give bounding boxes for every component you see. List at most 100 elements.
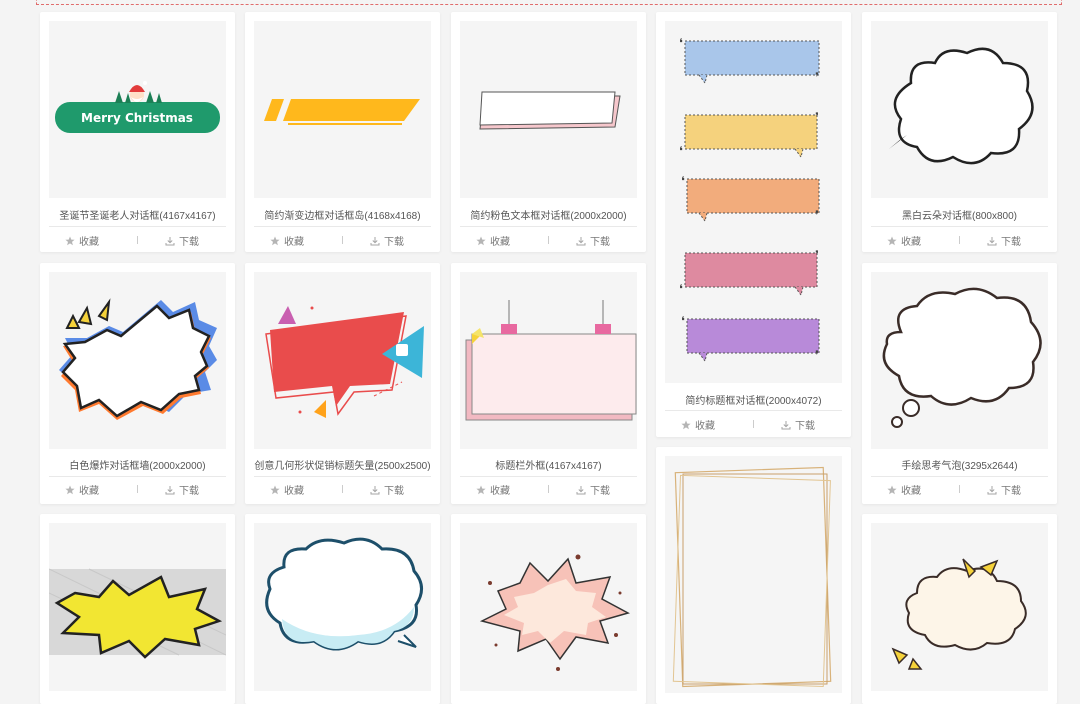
asset-card[interactable] bbox=[862, 514, 1057, 704]
favorite-label: 收藏 bbox=[284, 486, 304, 497]
thumbnail-gradient-frame[interactable] bbox=[254, 21, 431, 198]
selection-outline bbox=[36, 0, 1062, 5]
favorite-button[interactable]: 收藏 bbox=[476, 482, 510, 497]
favorite-button[interactable]: 收藏 bbox=[270, 233, 304, 248]
download-label: 下载 bbox=[1001, 237, 1021, 248]
svg-text:❛: ❛ bbox=[679, 36, 683, 50]
star-icon bbox=[887, 236, 897, 245]
download-button[interactable]: 下载 bbox=[165, 482, 199, 497]
asset-card[interactable] bbox=[656, 447, 851, 704]
star-icon bbox=[270, 236, 280, 245]
download-icon bbox=[987, 485, 997, 494]
star-icon bbox=[681, 420, 691, 429]
card-divider bbox=[49, 476, 226, 477]
asset-card[interactable]: 手绘思考气泡(3295x2644) 收藏 下载 bbox=[862, 263, 1057, 504]
action-separator bbox=[959, 236, 960, 244]
download-icon bbox=[576, 485, 586, 494]
favorite-label: 收藏 bbox=[490, 486, 510, 497]
download-icon bbox=[576, 236, 586, 245]
favorite-label: 收藏 bbox=[284, 237, 304, 248]
thumbnail-title-bar-frame[interactable] bbox=[460, 272, 637, 449]
thumbnail-pink-text-box[interactable] bbox=[460, 21, 637, 198]
download-button[interactable]: 下载 bbox=[987, 233, 1021, 248]
favorite-button[interactable]: 收藏 bbox=[65, 233, 99, 248]
asset-card[interactable]: 创意几何形状促销标题矢量(2500x2500) 收藏 下载 bbox=[245, 263, 440, 504]
card-divider bbox=[254, 226, 431, 227]
favorite-label: 收藏 bbox=[901, 237, 921, 248]
card-title[interactable]: 手绘思考气泡(3295x2644) bbox=[862, 457, 1057, 472]
favorite-label: 收藏 bbox=[79, 237, 99, 248]
favorite-button[interactable]: 收藏 bbox=[887, 482, 921, 497]
svg-text:❛: ❛ bbox=[681, 174, 685, 188]
thumbnail-geometric-promo[interactable] bbox=[254, 272, 431, 449]
thumbnail-blue-cloud-bubble[interactable] bbox=[254, 523, 431, 691]
card-title[interactable]: 白色爆炸对话框墙(2000x2000) bbox=[40, 457, 235, 472]
card-divider bbox=[460, 226, 637, 227]
card-title[interactable]: 简约粉色文本框对话框(2000x2000) bbox=[451, 207, 646, 222]
svg-text:❜: ❜ bbox=[815, 248, 819, 262]
thumbnail-thinking-bubble[interactable] bbox=[871, 272, 1048, 449]
download-icon bbox=[370, 236, 380, 245]
asset-card[interactable]: 黑白云朵对话框(800x800) 收藏 下载 bbox=[862, 12, 1057, 252]
card-title[interactable]: 简约渐变边框对话框岛(4168x4168) bbox=[245, 207, 440, 222]
thumbnail-cream-cloud[interactable] bbox=[871, 523, 1048, 691]
asset-card[interactable] bbox=[451, 514, 646, 704]
card-title[interactable]: 圣诞节圣诞老人对话框(4167x4167) bbox=[40, 207, 235, 222]
card-divider bbox=[460, 476, 637, 477]
asset-card[interactable]: 简约渐变边框对话框岛(4168x4168) 收藏 下载 bbox=[245, 12, 440, 252]
thumbnail-gold-frame[interactable] bbox=[665, 456, 842, 693]
star-icon bbox=[270, 485, 280, 494]
card-divider bbox=[871, 226, 1048, 227]
card-actions: 收藏 下载 bbox=[862, 479, 1057, 499]
download-button[interactable]: 下载 bbox=[576, 233, 610, 248]
download-label: 下载 bbox=[384, 237, 404, 248]
card-title[interactable]: 黑白云朵对话框(800x800) bbox=[862, 207, 1057, 222]
action-separator bbox=[342, 485, 343, 493]
download-button[interactable]: 下载 bbox=[987, 482, 1021, 497]
download-button[interactable]: 下载 bbox=[370, 233, 404, 248]
download-icon bbox=[987, 236, 997, 245]
favorite-label: 收藏 bbox=[695, 421, 715, 432]
card-divider bbox=[871, 476, 1048, 477]
card-divider bbox=[49, 226, 226, 227]
svg-text:❛: ❛ bbox=[679, 282, 683, 296]
action-separator bbox=[959, 485, 960, 493]
card-title[interactable]: 标题栏外框(4167x4167) bbox=[451, 457, 646, 472]
star-icon bbox=[476, 236, 486, 245]
favorite-button[interactable]: 收藏 bbox=[681, 417, 715, 432]
thumbnail-christmas-banner[interactable]: Merry Christmas bbox=[49, 21, 226, 198]
download-button[interactable]: 下载 bbox=[576, 482, 610, 497]
svg-text:❜: ❜ bbox=[815, 70, 819, 84]
thumbnail-white-explosion[interactable] bbox=[49, 272, 226, 449]
card-title[interactable]: 简约标题框对话框(2000x4072) bbox=[656, 392, 851, 407]
thumbnail-pink-explosion[interactable] bbox=[460, 523, 637, 691]
card-title[interactable]: 创意几何形状促销标题矢量(2500x2500) bbox=[245, 457, 440, 472]
download-label: 下载 bbox=[795, 421, 815, 432]
favorite-label: 收藏 bbox=[901, 486, 921, 497]
card-actions: 收藏 下载 bbox=[451, 230, 646, 250]
asset-card[interactable]: 标题栏外框(4167x4167) 收藏 下载 bbox=[451, 263, 646, 504]
download-button[interactable]: 下载 bbox=[370, 482, 404, 497]
asset-card[interactable] bbox=[40, 514, 235, 704]
asset-card[interactable] bbox=[245, 514, 440, 704]
favorite-button[interactable]: 收藏 bbox=[476, 233, 510, 248]
action-separator bbox=[342, 236, 343, 244]
download-button[interactable]: 下载 bbox=[165, 233, 199, 248]
download-button[interactable]: 下载 bbox=[781, 417, 815, 432]
card-divider bbox=[665, 410, 842, 411]
thumbnail-yellow-explosion[interactable] bbox=[49, 523, 226, 691]
banner-text: Merry Christmas bbox=[81, 111, 193, 125]
download-label: 下载 bbox=[179, 237, 199, 248]
asset-card[interactable]: Merry Christmas 圣诞节圣诞老人对话框(4167x4167) 收藏… bbox=[40, 12, 235, 252]
download-icon bbox=[165, 485, 175, 494]
favorite-button[interactable]: 收藏 bbox=[270, 482, 304, 497]
thumbnail-title-frames[interactable]: ❛ ❜ ❛ ❜ ❛ ❜ ❛ ❜ ❛ ❜ bbox=[665, 21, 842, 383]
favorite-label: 收藏 bbox=[490, 237, 510, 248]
thumbnail-black-white-cloud[interactable] bbox=[871, 21, 1048, 198]
asset-card[interactable]: 白色爆炸对话框墙(2000x2000) 收藏 下载 bbox=[40, 263, 235, 504]
favorite-button[interactable]: 收藏 bbox=[887, 233, 921, 248]
action-separator bbox=[548, 485, 549, 493]
asset-card[interactable]: ❛ ❜ ❛ ❜ ❛ ❜ ❛ ❜ ❛ ❜ 简约标题框对话框(2000x4072) … bbox=[656, 12, 851, 437]
favorite-button[interactable]: 收藏 bbox=[65, 482, 99, 497]
asset-card[interactable]: 简约粉色文本框对话框(2000x2000) 收藏 下载 bbox=[451, 12, 646, 252]
